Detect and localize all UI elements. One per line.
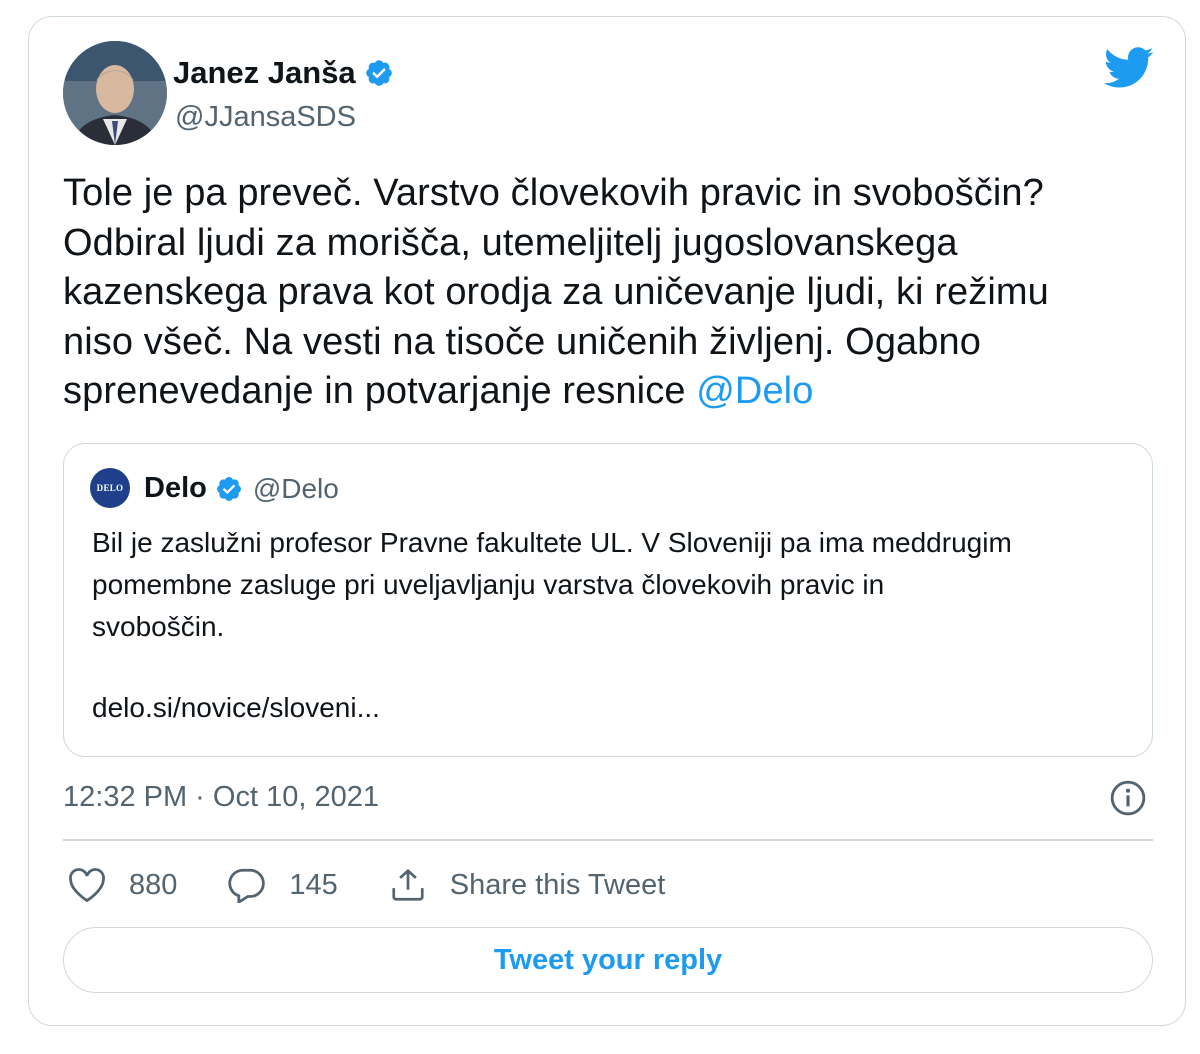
action-bar: 880 145 Share this Tweet [67,865,715,905]
quoted-tweet-line: pomembne zasluge pri uveljavljanju varst… [92,569,885,600]
tweet-line: niso všeč. Na vesti na tisoče uničenih ž… [63,320,981,363]
info-icon[interactable] [1109,779,1147,822]
reply-count: 145 [289,868,338,901]
quoted-tweet[interactable]: DELO Delo @Delo Bil je zaslužni profesor… [63,443,1153,757]
share-label: Share this Tweet [449,868,666,901]
like-button[interactable]: 880 [67,867,177,903]
author-handle[interactable]: @JJansaSDS [175,101,356,134]
share-icon [392,868,424,901]
twitter-bird-icon[interactable] [1103,47,1155,94]
share-button[interactable]: Share this Tweet [388,866,665,904]
quoted-author-handle[interactable]: @Delo [253,473,339,505]
tweet-line: Tole je pa preveč. Varstvo človekovih pr… [63,172,1044,214]
verified-badge-icon [215,475,243,503]
quoted-tweet-line: svoboščin. [92,611,225,642]
quoted-tweet-header: Delo @Delo [144,472,339,505]
tweet-line: sprenevedanje in potvarjanje resnice [63,370,686,412]
mention-link[interactable]: @Delo [696,370,813,412]
tweet-line-last: sprenevedanje in potvarjanje resnice @De… [63,367,1163,417]
author-avatar[interactable] [63,41,167,145]
verified-badge-icon [364,58,394,88]
reply-button-label: Tweet your reply [493,943,723,976]
reply-button[interactable]: 145 [227,867,338,903]
heart-icon [69,868,105,903]
reply-bubble-icon [228,868,266,903]
tweet-line: Odbiral ljudi za morišča, utemeljitelj j… [63,221,958,264]
quoted-author-avatar[interactable]: DELO [90,468,130,508]
tweet-your-reply-button[interactable]: Tweet your reply [63,927,1153,993]
like-count: 880 [129,868,178,901]
quoted-author-name[interactable]: Delo [144,472,207,505]
quoted-tweet-body: Bil je zaslužni profesor Pravne fakultet… [92,522,1132,648]
tweet-body: Tole je pa preveč. Varstvo človekovih pr… [63,169,1163,417]
tweet-timestamp[interactable]: 12:32 PM · Oct 10, 2021 [63,781,379,814]
tweet-card: Janez Janša @JJansaSDS Tole je pa preveč… [28,16,1186,1026]
quoted-tweet-line: Bil je zaslužni profesor Pravne fakultet… [92,527,1012,558]
author-name-text: Janez Janša [173,55,356,90]
tweet-line: kazenskega prava kot orodja za uničevanj… [63,271,1049,313]
divider [63,839,1153,841]
quoted-tweet-link[interactable]: delo.si/novice/sloveni... [92,692,380,724]
author-display-name[interactable]: Janez Janša [173,55,394,91]
